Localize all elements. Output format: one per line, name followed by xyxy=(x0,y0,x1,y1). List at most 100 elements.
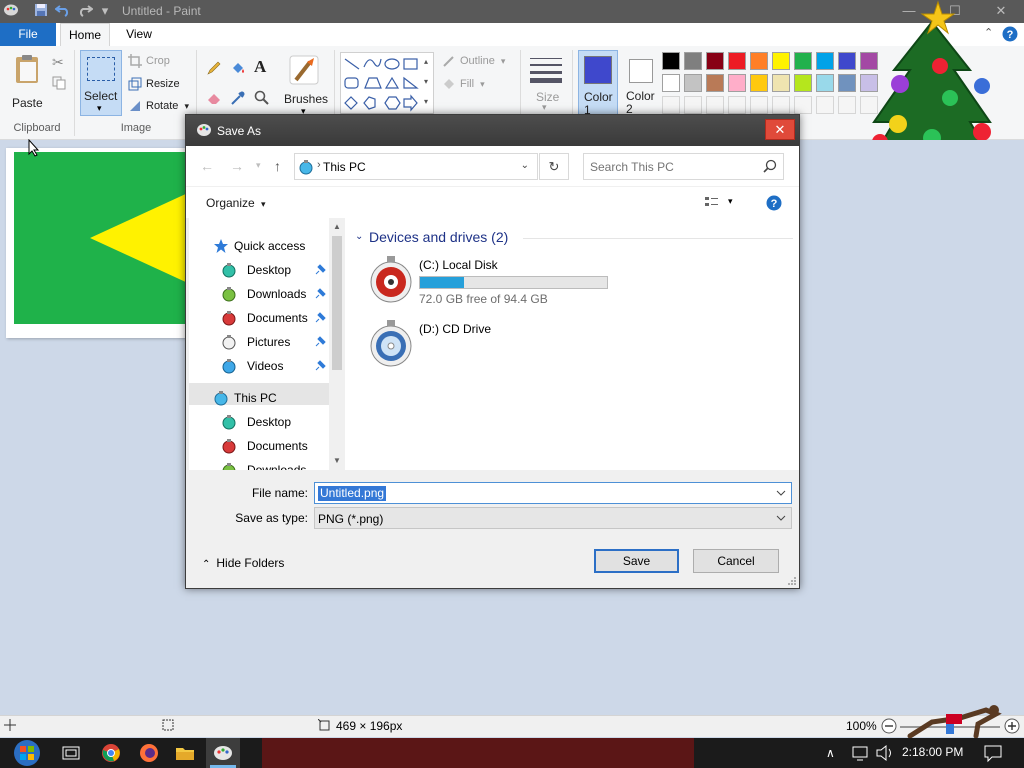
palette-swatch[interactable] xyxy=(662,52,680,70)
palette-swatch[interactable] xyxy=(662,74,680,92)
cancel-button[interactable]: Cancel xyxy=(693,549,779,573)
firefox-icon[interactable] xyxy=(138,742,160,764)
zoom-level: 100% xyxy=(846,719,877,733)
fill-button[interactable]: Fill ▾ xyxy=(440,75,485,93)
save-icon[interactable] xyxy=(32,3,50,19)
show-hidden-icons-icon[interactable]: ∧ xyxy=(826,742,848,764)
palette-swatch[interactable] xyxy=(706,96,724,114)
palette-swatch[interactable] xyxy=(772,52,790,70)
task-view-icon[interactable] xyxy=(60,742,82,764)
paste-button[interactable]: Paste xyxy=(8,52,48,114)
up-arrow-icon[interactable]: ↑ xyxy=(274,158,281,174)
palette-swatch[interactable] xyxy=(684,52,702,70)
recent-locations-icon[interactable]: ▾ xyxy=(256,160,261,171)
palette-swatch[interactable] xyxy=(772,96,790,114)
palette-swatch[interactable] xyxy=(706,52,724,70)
devices-group-header[interactable]: Devices and drives (2) xyxy=(369,229,508,245)
refresh-button[interactable]: ↻ xyxy=(539,153,569,180)
resize-grip-icon[interactable] xyxy=(787,576,797,586)
palette-swatch[interactable] xyxy=(772,74,790,92)
palette-swatch[interactable] xyxy=(794,74,812,92)
address-bar[interactable]: › This PC ⌄ xyxy=(294,153,538,180)
brushes-button[interactable]: Brushes ▾ xyxy=(282,50,328,120)
palette-swatch[interactable] xyxy=(750,96,768,114)
selection-icon xyxy=(162,719,174,734)
volume-icon[interactable] xyxy=(874,742,896,764)
chrome-icon[interactable] xyxy=(100,742,122,764)
search-box[interactable] xyxy=(583,153,784,180)
palette-swatch[interactable] xyxy=(794,52,812,70)
search-icon xyxy=(763,159,777,173)
color2-button[interactable]: Color 2 xyxy=(622,50,662,116)
redo-icon[interactable] xyxy=(76,3,94,19)
pencil-icon[interactable] xyxy=(206,60,222,79)
start-button[interactable] xyxy=(10,738,44,768)
scroll-down-icon[interactable]: ▼ xyxy=(332,456,342,466)
resize-button[interactable]: Resize xyxy=(126,75,180,93)
view-options-dropdown-icon[interactable]: ▾ xyxy=(728,196,733,207)
address-dropdown-icon[interactable]: ⌄ xyxy=(521,160,529,171)
pin-icon xyxy=(314,312,326,324)
scroll-up-icon[interactable]: ▲ xyxy=(332,222,342,232)
fill-bucket-icon[interactable] xyxy=(230,60,246,79)
tab-home[interactable]: Home xyxy=(60,23,110,46)
outline-button[interactable]: Outline ▾ xyxy=(440,52,505,70)
file-name-dropdown-icon[interactable] xyxy=(775,487,787,499)
clipboard-icon xyxy=(14,54,42,87)
paint-taskbar-button[interactable] xyxy=(206,738,240,768)
tab-file[interactable]: File xyxy=(0,23,56,46)
zoom-in-button[interactable] xyxy=(1004,718,1020,737)
color1-button[interactable]: Color 1 xyxy=(578,50,618,117)
network-icon[interactable] xyxy=(850,742,872,764)
customize-quick-access-icon[interactable]: ▾ xyxy=(96,3,114,19)
zoom-out-button[interactable] xyxy=(881,718,897,737)
size-button[interactable]: Size ▾ xyxy=(526,52,566,114)
hide-folders-button[interactable]: ⌃ Hide Folders xyxy=(202,556,284,570)
palette-swatch[interactable] xyxy=(684,74,702,92)
taskbar-clock[interactable]: 2:18:00 PM xyxy=(902,745,963,759)
file-name-input[interactable]: Untitled.png xyxy=(314,482,792,504)
magnifier-icon[interactable] xyxy=(254,90,270,109)
palette-swatch[interactable] xyxy=(662,96,680,114)
action-center-icon[interactable] xyxy=(982,742,1004,764)
crop-button[interactable]: Crop xyxy=(126,52,170,70)
copy-icon[interactable] xyxy=(52,76,66,93)
color-picker-icon[interactable] xyxy=(230,90,246,109)
palette-swatch[interactable] xyxy=(750,74,768,92)
palette-swatch[interactable] xyxy=(750,52,768,70)
view-options-icon[interactable] xyxy=(704,195,720,212)
shapes-gallery[interactable] xyxy=(340,52,434,114)
text-tool-icon[interactable]: A xyxy=(254,57,266,77)
cut-icon[interactable]: ✂ xyxy=(52,54,64,71)
palette-swatch[interactable] xyxy=(684,96,702,114)
palette-swatch[interactable] xyxy=(816,52,834,70)
dialog-help-icon[interactable]: ? xyxy=(766,195,782,214)
rotate-button[interactable]: Rotate ▾ xyxy=(126,97,189,115)
palette-swatch[interactable] xyxy=(706,74,724,92)
color2-swatch xyxy=(629,59,653,83)
undo-icon[interactable] xyxy=(54,3,72,19)
palette-swatch[interactable] xyxy=(816,96,834,114)
save-button[interactable]: Save xyxy=(594,549,679,573)
palette-swatch[interactable] xyxy=(728,96,746,114)
scrollbar-thumb[interactable] xyxy=(332,236,342,370)
select-button[interactable]: Select ▾ xyxy=(80,50,122,116)
back-arrow-icon[interactable]: ← xyxy=(200,158,214,174)
shapes-scroll-icon[interactable]: ▴ ▾ ▾ xyxy=(424,52,428,112)
file-explorer-icon[interactable] xyxy=(174,742,196,764)
tab-view[interactable]: View xyxy=(114,23,164,46)
forward-arrow-icon[interactable]: → xyxy=(230,158,244,174)
eraser-icon[interactable] xyxy=(206,90,222,109)
palette-swatch[interactable] xyxy=(728,52,746,70)
group-collapse-icon[interactable]: ⌄ xyxy=(355,231,363,242)
drive-d[interactable]: (D:) CD Drive xyxy=(365,318,615,374)
navigation-scrollbar[interactable]: ▲ ▼ xyxy=(329,218,345,470)
search-input[interactable] xyxy=(590,159,755,175)
palette-swatch[interactable] xyxy=(728,74,746,92)
drawing-canvas[interactable] xyxy=(6,148,190,338)
palette-swatch[interactable] xyxy=(794,96,812,114)
organize-button[interactable]: Organize ▾ xyxy=(206,196,266,210)
palette-swatch[interactable] xyxy=(816,74,834,92)
dialog-close-button[interactable]: ✕ xyxy=(765,119,795,140)
save-type-select[interactable]: PNG (*.png) xyxy=(314,507,792,529)
